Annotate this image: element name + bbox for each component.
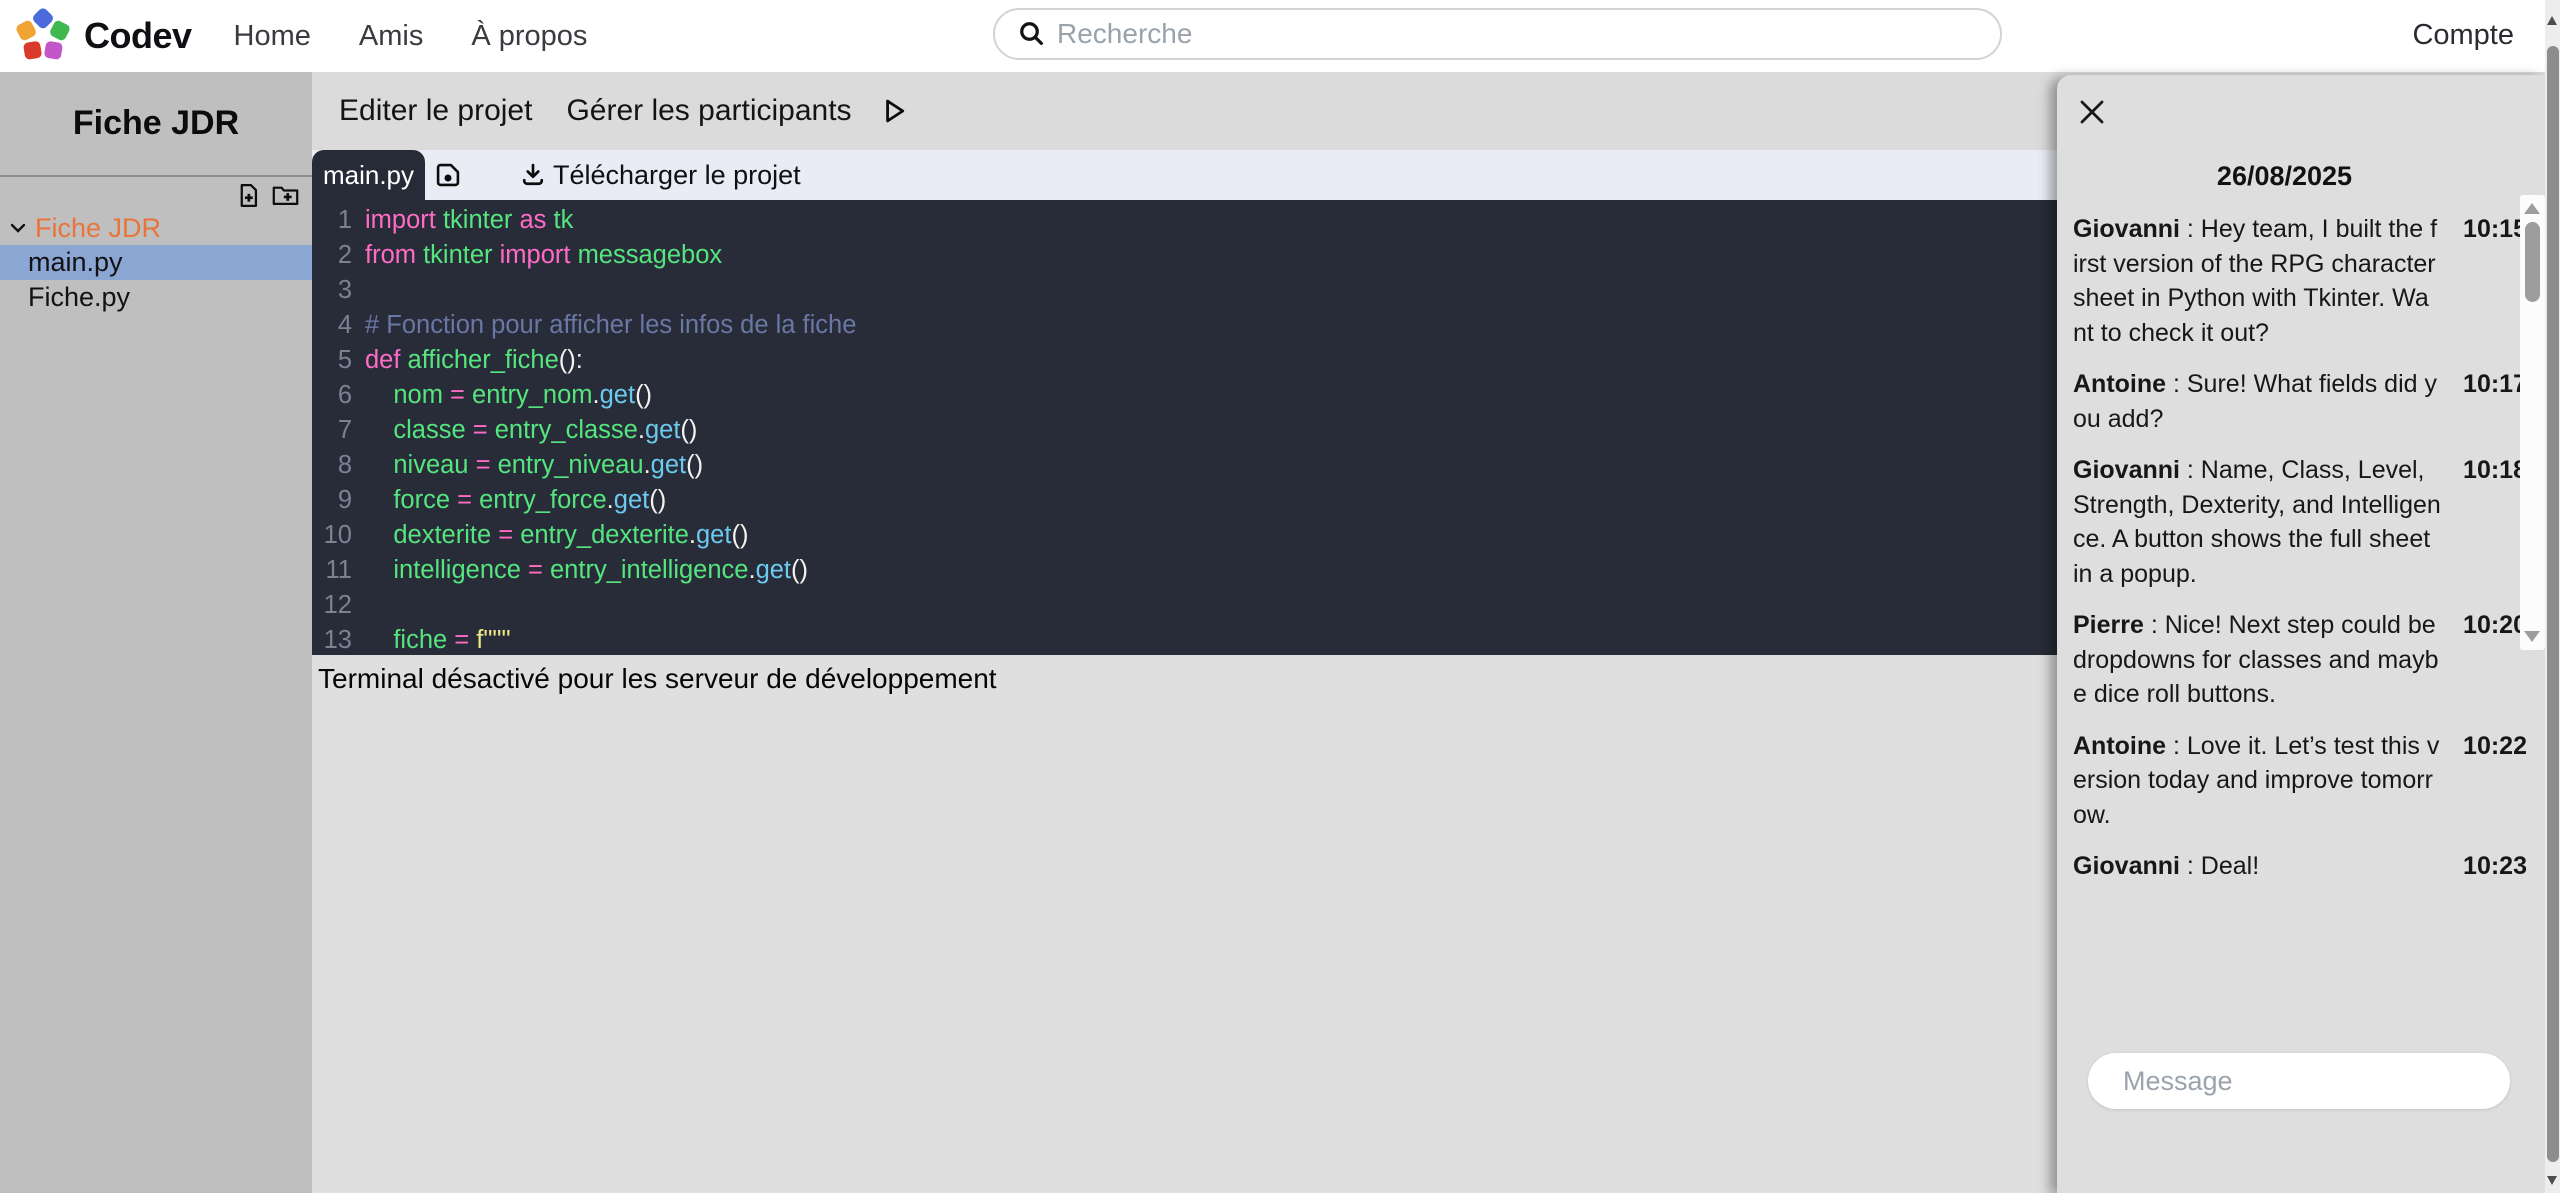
brand-name: Codev [84, 15, 192, 57]
download-icon [519, 161, 547, 189]
project-title: Fiche JDR [0, 104, 312, 143]
line-number: 7 [312, 413, 352, 448]
account-link[interactable]: Compte [2412, 19, 2514, 52]
nav-link-home[interactable]: Home [234, 20, 311, 53]
tree-file-main-py[interactable]: main.py [0, 245, 312, 280]
page-scrollbar-thumb[interactable] [2547, 46, 2559, 1162]
page-scroll-down-arrow[interactable] [2547, 1176, 2557, 1185]
chat-date: 26/08/2025 [2057, 161, 2512, 192]
chat-messages: Giovanni : Hey team, I built the first v… [2073, 212, 2513, 884]
tree-file-fiche-py[interactable]: Fiche.py [0, 280, 312, 315]
add-folder-icon[interactable] [271, 182, 300, 209]
chat-message: Giovanni : Deal!10:23 [2073, 849, 2513, 884]
tree-folder-label: Fiche JDR [35, 213, 161, 244]
line-number: 12 [312, 588, 352, 623]
chat-scroll-down-arrow[interactable] [2524, 631, 2540, 642]
code-text: # Fonction pour afficher les infos de la… [365, 308, 856, 343]
close-icon[interactable] [2077, 97, 2107, 127]
message-text: : Deal! [2180, 852, 2259, 880]
code-text: classe = entry_classe.get() [365, 413, 697, 448]
download-label: Télécharger le projet [553, 160, 801, 191]
chat-scroll-up-arrow[interactable] [2524, 203, 2540, 214]
tree-folder-fiche-jdr[interactable]: Fiche JDR [0, 211, 312, 245]
line-number: 2 [312, 238, 352, 273]
nav-links: Home Amis À propos [234, 20, 588, 53]
message-time: 10:22 [2463, 729, 2527, 764]
message-author: Giovanni [2073, 852, 2180, 880]
nav-link-a-propos[interactable]: À propos [471, 20, 587, 53]
message-author: Giovanni [2073, 456, 2180, 484]
code-text: nom = entry_nom.get() [365, 378, 652, 413]
code-text: def afficher_fiche(): [365, 343, 583, 378]
line-number: 6 [312, 378, 352, 413]
chat-message: Pierre : Nice! Next step could be dropdo… [2073, 608, 2513, 712]
line-number: 10 [312, 518, 352, 553]
code-text: fiche = f""" [365, 623, 511, 655]
code-text: dexterite = entry_dexterite.get() [365, 518, 748, 553]
search-icon [1017, 19, 1047, 49]
manage-participants-link[interactable]: Gérer les participants [566, 94, 851, 128]
chat-message: Antoine : Love it. Let’s test this versi… [2073, 729, 2513, 833]
message-time: 10:15 [2463, 212, 2527, 247]
nav-link-amis[interactable]: Amis [359, 20, 423, 53]
page-scroll-up-arrow[interactable] [2547, 16, 2557, 25]
message-time: 10:20 [2463, 608, 2527, 643]
chat-input-pill [2088, 1053, 2510, 1109]
file-actions [0, 177, 312, 209]
code-text: force = entry_force.get() [365, 483, 666, 518]
save-icon[interactable] [434, 161, 462, 189]
message-author: Antoine [2073, 370, 2166, 398]
code-text: from tkinter import messagebox [365, 238, 722, 273]
chat-scrollbar [2520, 195, 2545, 650]
line-number: 4 [312, 308, 352, 343]
message-author: Giovanni [2073, 215, 2180, 243]
line-number: 5 [312, 343, 352, 378]
message-time: 10:23 [2463, 849, 2527, 884]
message-author: Pierre [2073, 611, 2144, 639]
search-bar[interactable] [993, 8, 2002, 60]
download-project-button[interactable]: Télécharger le projet [519, 160, 801, 191]
code-text: intelligence = entry_intelligence.get() [365, 553, 808, 588]
brand[interactable]: Codev [14, 7, 192, 65]
message-input[interactable] [2121, 1065, 2485, 1098]
line-number: 8 [312, 448, 352, 483]
line-number: 9 [312, 483, 352, 518]
navbar: Codev Home Amis À propos Compte [0, 0, 2560, 72]
search-input[interactable] [1055, 17, 1919, 51]
code-text: niveau = entry_niveau.get() [365, 448, 703, 483]
chat-message: Giovanni : Hey team, I built the first v… [2073, 212, 2513, 350]
run-project-button[interactable] [880, 97, 908, 125]
line-number: 3 [312, 273, 352, 308]
line-number: 1 [312, 203, 352, 238]
edit-project-link[interactable]: Editer le projet [339, 94, 532, 128]
message-time: 10:17 [2463, 367, 2527, 402]
chat-scrollbar-thumb[interactable] [2525, 222, 2540, 302]
chevron-down-icon [8, 218, 28, 238]
chat-message: Giovanni : Name, Class, Level, Strength,… [2073, 453, 2513, 591]
add-file-icon[interactable] [235, 182, 262, 209]
page-scrollbar [2545, 0, 2560, 1193]
chat-message: Antoine : Sure! What fields did you add?… [2073, 367, 2513, 436]
message-time: 10:18 [2463, 453, 2527, 488]
code-text: import tkinter as tk [365, 203, 573, 238]
codev-logo-icon [14, 7, 72, 65]
sidebar: Fiche JDR Fiche JDR main.py Fiche.py [0, 72, 312, 1193]
message-author: Antoine [2073, 732, 2166, 760]
chat-panel: 26/08/2025 Giovanni : Hey team, I built … [2057, 75, 2545, 1193]
line-number: 11 [312, 553, 352, 588]
line-number: 13 [312, 623, 352, 655]
tab-main-py[interactable]: main.py [312, 150, 425, 200]
